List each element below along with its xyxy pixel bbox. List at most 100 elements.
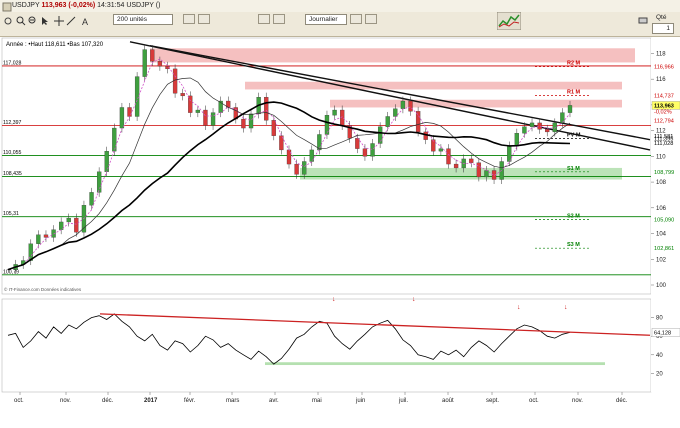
x-tick-label: mars bbox=[226, 398, 239, 404]
candle-body bbox=[362, 148, 368, 157]
oscillator-panel bbox=[1, 298, 652, 393]
right-price-label: 114,737 bbox=[654, 93, 674, 99]
candle-body bbox=[370, 143, 375, 157]
pivot-label: S2 M bbox=[567, 214, 580, 220]
y-tick-label: 116 bbox=[656, 77, 666, 83]
candle-body bbox=[567, 105, 573, 113]
candle-body bbox=[400, 100, 406, 109]
y-tick-label: 108 bbox=[656, 180, 667, 186]
qty-input[interactable]: 1 bbox=[652, 23, 674, 34]
y-tick-label: 110 bbox=[656, 154, 666, 160]
osc-arrow: ↓ bbox=[517, 304, 521, 311]
right-price-label: 112,794 bbox=[654, 118, 674, 124]
y-tick-label: 100 bbox=[656, 283, 667, 289]
x-tick-label: nov. bbox=[60, 398, 71, 404]
trendline-icon[interactable] bbox=[66, 16, 76, 26]
candle-body bbox=[271, 120, 276, 136]
window-icon[interactable] bbox=[2, 2, 12, 12]
zoom-in-icon[interactable] bbox=[16, 16, 26, 26]
candle-body bbox=[522, 126, 527, 134]
x-tick-label: sept. bbox=[486, 398, 499, 404]
cursor-icon[interactable] bbox=[40, 16, 50, 26]
pivot-label: R2 M bbox=[567, 61, 581, 67]
chart-type-button[interactable] bbox=[365, 14, 377, 24]
timeframe-value: Journalier bbox=[309, 16, 338, 23]
level-label: 112,397 bbox=[3, 120, 21, 126]
candle-body bbox=[89, 192, 94, 206]
pivot-label: S1 M bbox=[567, 166, 580, 172]
osc-arrow: ↓ bbox=[332, 296, 336, 303]
x-tick-label: oct. bbox=[14, 398, 24, 404]
candle-body bbox=[385, 116, 390, 127]
timeframe-dropdown-button[interactable] bbox=[350, 14, 362, 24]
play-button[interactable] bbox=[258, 14, 270, 24]
candle-body bbox=[545, 129, 550, 133]
candle-body bbox=[66, 217, 71, 223]
x-tick-label: 2017 bbox=[144, 398, 158, 404]
stop-button[interactable] bbox=[273, 14, 285, 24]
osc-tick-label: 40 bbox=[656, 353, 663, 359]
level-label: 117,028 bbox=[3, 60, 21, 66]
candle-body bbox=[180, 93, 185, 97]
candle-body bbox=[74, 217, 79, 233]
candle-body bbox=[248, 113, 254, 129]
candle-body bbox=[446, 148, 451, 165]
period-units-select[interactable]: 200 unités bbox=[113, 14, 173, 25]
timeframe-select[interactable]: Journalier bbox=[305, 14, 347, 25]
candle-body bbox=[408, 100, 413, 112]
y-tick-label: 106 bbox=[656, 206, 667, 212]
candle-body bbox=[36, 234, 41, 244]
candle-body bbox=[43, 234, 49, 238]
osc-tick-label: 80 bbox=[656, 316, 663, 322]
level-label: 108,435 bbox=[3, 171, 22, 177]
right-price-label: 108,799 bbox=[654, 170, 674, 176]
chart-style-icon[interactable] bbox=[497, 12, 521, 30]
candle-body bbox=[134, 76, 140, 117]
candle-body bbox=[415, 111, 421, 133]
candle-body bbox=[537, 122, 542, 130]
y-tick-label: 102 bbox=[656, 257, 667, 263]
right-price-label: 105,090 bbox=[654, 218, 674, 224]
x-tick-label: août bbox=[442, 398, 454, 404]
candle-body bbox=[241, 118, 246, 129]
crosshair-icon[interactable] bbox=[54, 16, 64, 26]
candle-body bbox=[469, 158, 474, 163]
candle-body bbox=[294, 163, 299, 175]
candle-body bbox=[195, 109, 201, 113]
symbol-quote: USDJPY 113,963 (-0,02%) 14:31:54 USDJPY … bbox=[12, 2, 160, 9]
zone-band bbox=[150, 48, 635, 63]
x-tick-label: mai bbox=[312, 398, 322, 404]
candle-body bbox=[264, 97, 269, 121]
candle-body bbox=[203, 109, 208, 126]
candle-body bbox=[393, 108, 398, 117]
toolbar: USDJPY 113,963 (-0,02%) 14:31:54 USDJPY … bbox=[0, 0, 680, 37]
zoom-out-icon[interactable] bbox=[28, 16, 38, 26]
candle-body bbox=[453, 163, 459, 169]
text-tool-icon[interactable]: A bbox=[80, 16, 90, 26]
candle-body bbox=[112, 127, 117, 152]
last-price: 113,963 bbox=[41, 2, 67, 9]
level-label: 105,31 bbox=[3, 211, 19, 217]
level-label: 110,055 bbox=[3, 150, 21, 156]
candle-body bbox=[96, 171, 102, 193]
right-price-label: -0,02% bbox=[654, 109, 672, 115]
price-chart[interactable]: 100102104106108110112114116118117,028112… bbox=[0, 36, 680, 428]
candle-body bbox=[157, 61, 163, 67]
symbol-name: USDJPY bbox=[12, 2, 40, 9]
symbol-suffix: USDJPY () bbox=[126, 2, 161, 9]
next-button[interactable] bbox=[198, 14, 210, 24]
candle-body bbox=[355, 138, 360, 149]
x-tick-label: oct. bbox=[529, 398, 539, 404]
candle-body bbox=[332, 109, 337, 116]
prev-button[interactable] bbox=[183, 14, 195, 24]
x-tick-label: nov. bbox=[572, 398, 583, 404]
print-icon[interactable] bbox=[638, 15, 648, 25]
right-price-label: 102,861 bbox=[654, 246, 674, 252]
y-tick-label: 118 bbox=[656, 51, 666, 57]
candle-body bbox=[119, 107, 125, 129]
candle-body bbox=[142, 49, 147, 77]
candle-body bbox=[438, 148, 444, 152]
candle-body bbox=[377, 126, 383, 144]
qty-label: Qté bbox=[656, 14, 667, 21]
settings-icon[interactable] bbox=[3, 16, 13, 26]
